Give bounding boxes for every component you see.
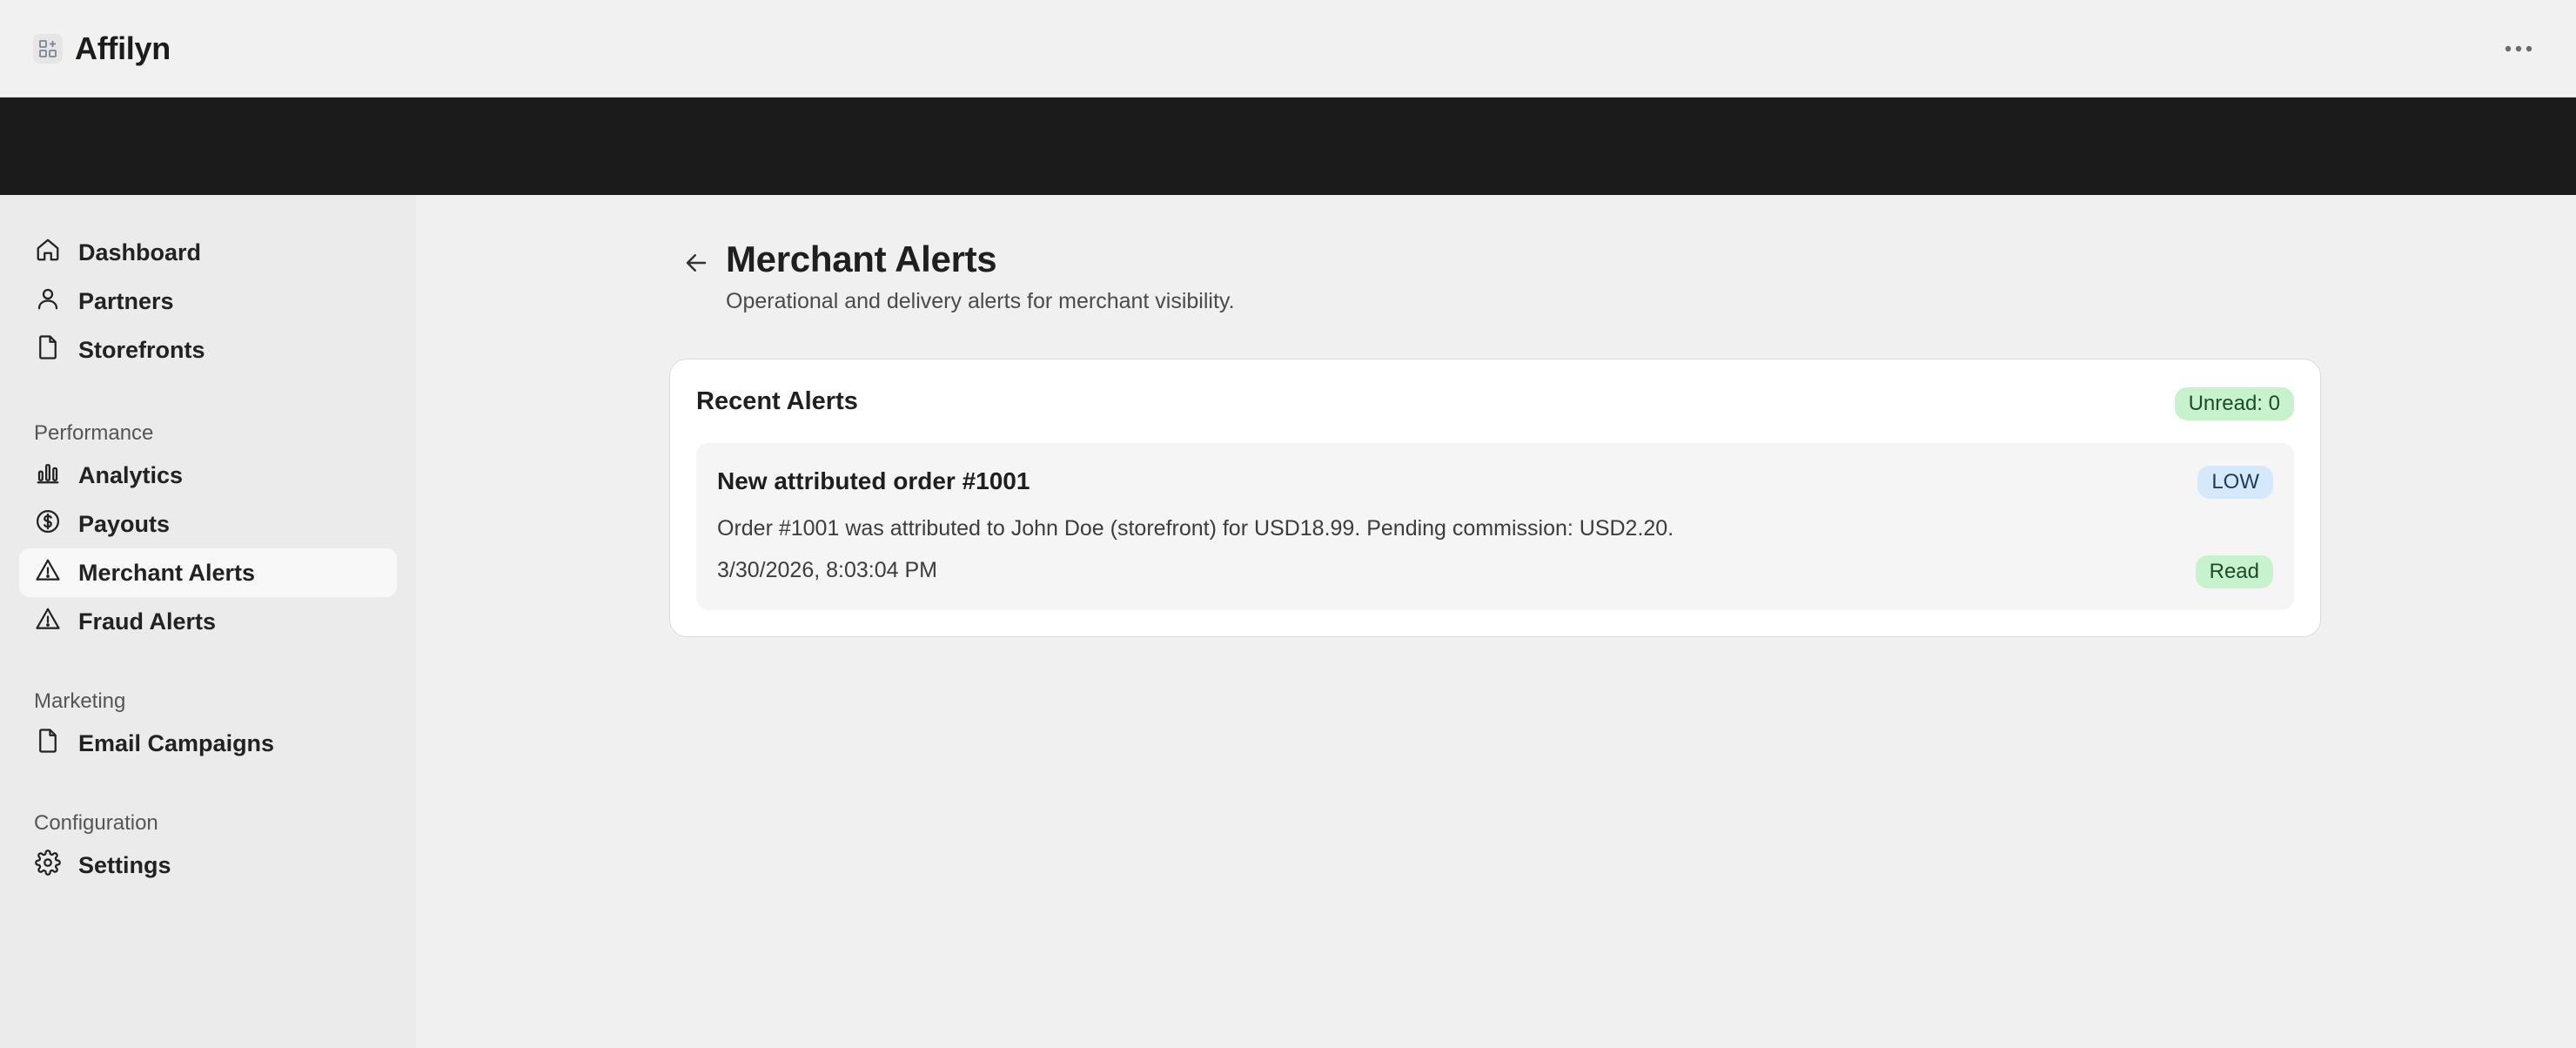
alert-title: New attributed order #1001 <box>717 467 1030 494</box>
sidebar-item-fraud-alerts[interactable]: Fraud Alerts <box>19 597 397 646</box>
page-title: Merchant Alerts <box>726 238 997 279</box>
sidebar-item-label: Email Campaigns <box>78 729 275 756</box>
back-button[interactable] <box>679 247 714 282</box>
sidebar-item-storefronts[interactable]: Storefronts <box>19 326 397 374</box>
sidebar-item-partners[interactable]: Partners <box>19 277 397 326</box>
alert-triangle-icon <box>35 606 61 638</box>
brand[interactable]: Affilyn <box>33 30 171 67</box>
file-icon <box>35 334 61 366</box>
read-status-badge: Read <box>2195 555 2273 588</box>
header-banner <box>0 97 2576 195</box>
section-label-performance: Performance <box>34 421 154 445</box>
page-subtitle: Operational and delivery alerts for merc… <box>726 289 1235 313</box>
sidebar-item-settings[interactable]: Settings <box>19 841 397 890</box>
sidebar-item-label: Fraud Alerts <box>78 608 217 635</box>
sidebar-item-dashboard[interactable]: Dashboard <box>19 228 397 277</box>
section-label-configuration: Configuration <box>34 811 158 835</box>
bar-chart-icon <box>35 460 61 492</box>
sidebar-item-label: Storefronts <box>78 336 205 363</box>
more-options-button[interactable] <box>2494 24 2543 73</box>
card-title: Recent Alerts <box>696 387 858 415</box>
user-icon <box>35 286 61 318</box>
home-icon <box>35 237 61 269</box>
main-content: Merchant Alerts Operational and delivery… <box>416 195 2576 1048</box>
arrow-left-icon <box>683 250 709 280</box>
alert-triangle-icon <box>35 557 61 589</box>
more-horizontal-icon <box>2505 41 2532 57</box>
file-icon <box>35 728 61 760</box>
sidebar-item-payouts[interactable]: Payouts <box>19 500 397 548</box>
sidebar-item-email-campaigns[interactable]: Email Campaigns <box>19 719 397 768</box>
sidebar-item-merchant-alerts[interactable]: Merchant Alerts <box>19 548 397 597</box>
sidebar-item-label: Partners <box>78 287 174 314</box>
sidebar: Dashboard Partners Storefronts Performan… <box>0 195 416 1048</box>
alert-item[interactable]: New attributed order #1001 LOW Order #10… <box>696 443 2294 610</box>
dollar-circle-icon <box>35 508 61 541</box>
sidebar-item-label: Dashboard <box>78 238 202 265</box>
alert-message: Order #1001 was attributed to John Doe (… <box>717 516 1674 541</box>
gear-icon <box>35 849 61 882</box>
section-label-marketing: Marketing <box>34 689 126 713</box>
alert-timestamp: 3/30/2026, 8:03:04 PM <box>717 558 937 582</box>
recent-alerts-card: Recent Alerts Unread: 0 New attributed o… <box>669 359 2321 637</box>
sidebar-item-label: Settings <box>78 851 171 878</box>
app-grid-icon <box>33 33 63 64</box>
severity-badge: LOW <box>2197 466 2273 499</box>
sidebar-item-label: Payouts <box>78 510 171 537</box>
top-app-bar: Affilyn <box>0 0 2576 97</box>
sidebar-item-label: Analytics <box>78 461 184 488</box>
app-name: Affilyn <box>75 30 171 66</box>
sidebar-item-analytics[interactable]: Analytics <box>19 451 397 500</box>
unread-count-badge: Unread: 0 <box>2174 387 2294 420</box>
sidebar-item-label: Merchant Alerts <box>78 559 256 586</box>
